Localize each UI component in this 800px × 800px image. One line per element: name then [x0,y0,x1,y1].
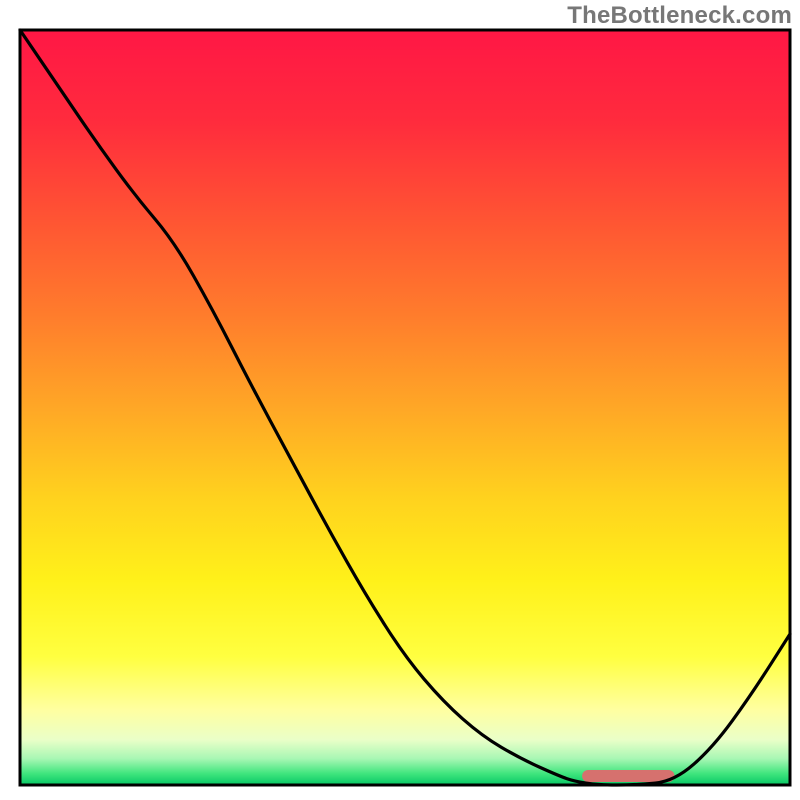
plot-background [20,30,790,785]
optimal-bar [582,770,674,782]
chart-stage: TheBottleneck.com [0,0,800,800]
bottleneck-chart [0,0,800,800]
watermark-text: TheBottleneck.com [567,2,792,30]
